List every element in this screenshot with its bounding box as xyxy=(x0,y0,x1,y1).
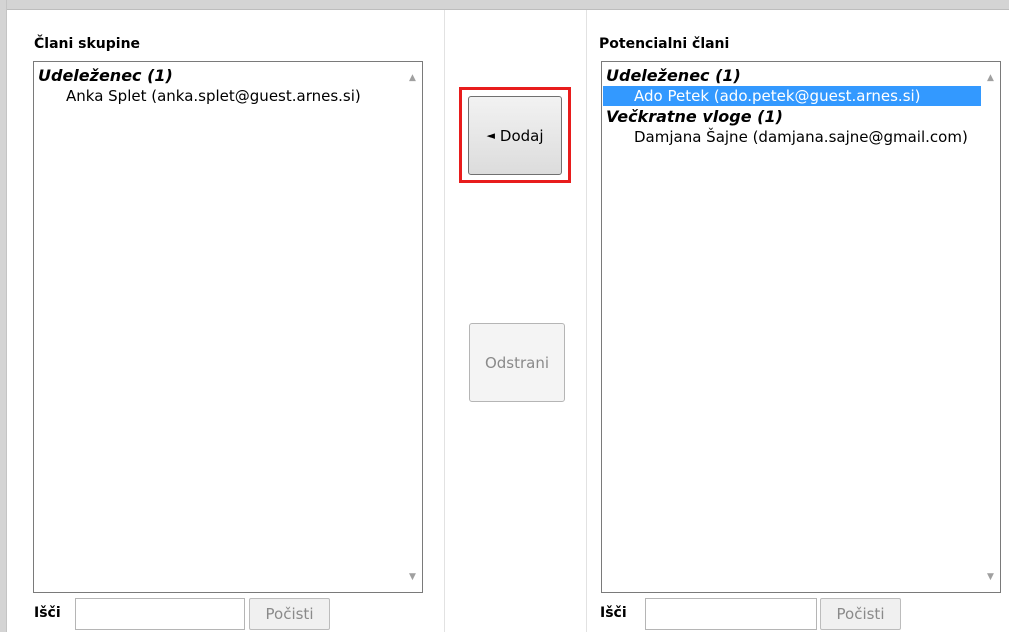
window-left-frame xyxy=(0,0,7,632)
member-option-damjana-sajne[interactable]: Damjana Šajne (damjana.sajne@gmail.com) xyxy=(603,127,981,147)
current-members-search-input[interactable] xyxy=(75,598,245,630)
optgroup-participant: Udeleženec (1) xyxy=(606,66,741,85)
window-top-frame xyxy=(0,0,1009,10)
scroll-up-arrow-icon[interactable]: ▲ xyxy=(404,69,421,86)
scroll-down-arrow-icon[interactable]: ▼ xyxy=(982,568,999,585)
current-members-search-label: Išči xyxy=(34,605,61,621)
current-members-clear-button[interactable]: Počisti xyxy=(249,598,330,630)
member-option-anka-splet[interactable]: Anka Splet (anka.splet@guest.arnes.si) xyxy=(35,86,403,106)
potential-members-scrollbar[interactable]: ▲ ▼ xyxy=(982,63,999,591)
column-divider-left xyxy=(444,10,445,632)
potential-members-options: Udeleženec (1) Ado Petek (ado.petek@gues… xyxy=(603,65,981,147)
potential-members-search-input[interactable] xyxy=(645,598,817,630)
member-option-ado-petek[interactable]: Ado Petek (ado.petek@guest.arnes.si) xyxy=(603,86,981,106)
potential-members-clear-button[interactable]: Počisti xyxy=(820,598,901,630)
remove-button[interactable]: Odstrani xyxy=(469,323,565,402)
scroll-up-arrow-icon[interactable]: ▲ xyxy=(982,69,999,86)
add-button-highlight xyxy=(459,87,571,183)
optgroup-multiple-roles: Večkratne vloge (1) xyxy=(606,107,783,126)
current-members-label: Člani skupine xyxy=(34,36,141,52)
potential-members-search-label: Išči xyxy=(600,605,627,621)
potential-members-listbox[interactable]: Udeleženec (1) Ado Petek (ado.petek@gues… xyxy=(601,61,1001,593)
current-members-listbox[interactable]: Udeleženec (1) Anka Splet (anka.splet@gu… xyxy=(33,61,423,593)
potential-members-label: Potencialni člani xyxy=(599,36,730,52)
optgroup-participant: Udeleženec (1) xyxy=(38,66,173,85)
current-members-scrollbar[interactable]: ▲ ▼ xyxy=(404,63,421,591)
current-members-options: Udeleženec (1) Anka Splet (anka.splet@gu… xyxy=(35,65,403,106)
scroll-down-arrow-icon[interactable]: ▼ xyxy=(404,568,421,585)
column-divider-right xyxy=(586,10,587,632)
